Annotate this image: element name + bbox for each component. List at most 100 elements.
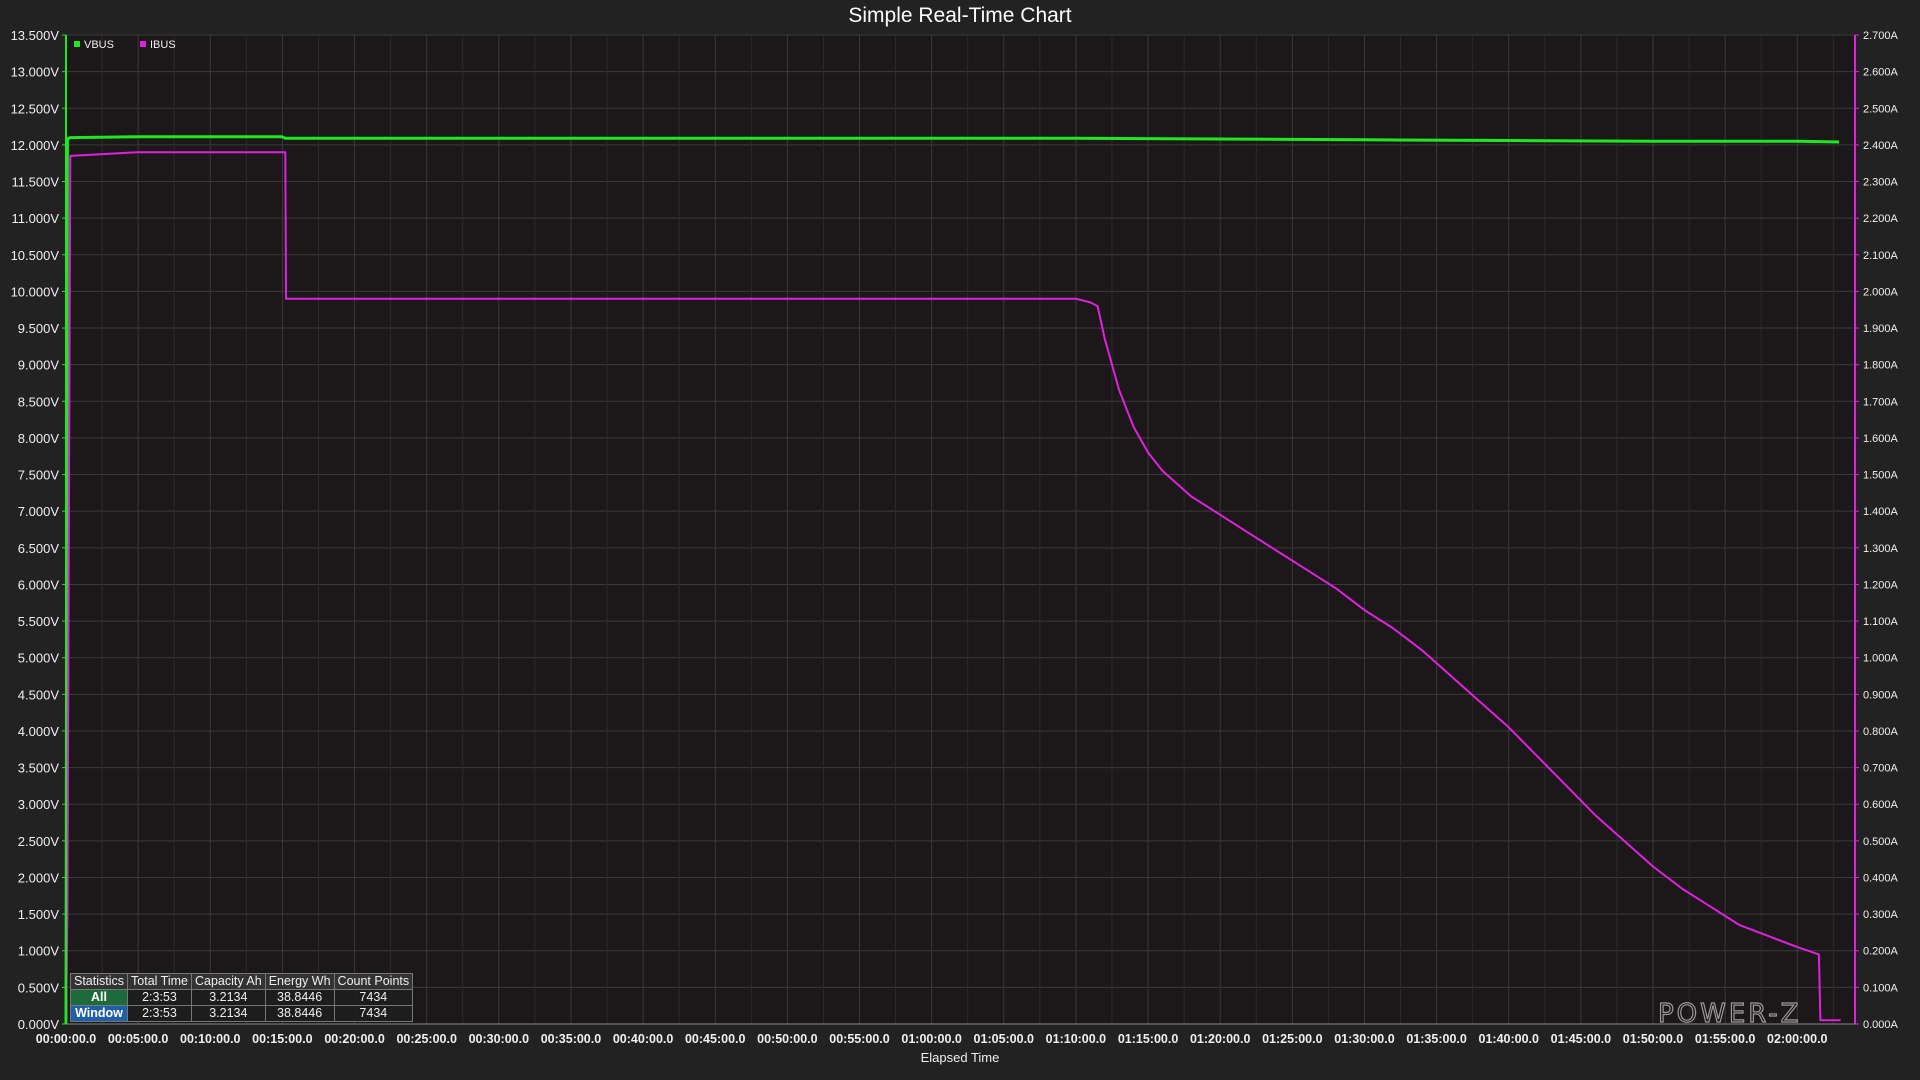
y2-tick-label: 1.800A: [1863, 360, 1899, 372]
x-tick-label: 01:20:00.0: [1190, 1032, 1251, 1046]
stats-header-count-points: Count Points: [333, 973, 414, 990]
legend-swatch-ibus: [140, 41, 146, 47]
y-tick-label: 8.000V: [18, 431, 60, 446]
y2-tick-label: 0.500A: [1863, 836, 1899, 848]
stats-header-total-time: Total Time: [127, 973, 192, 990]
y2-tick-label: 1.300A: [1863, 543, 1899, 555]
x-tick-label: 00:45:00.0: [685, 1032, 746, 1046]
x-tick-label: 00:40:00.0: [613, 1032, 674, 1046]
statistics-table: Statistics Total Time Capacity Ah Energy…: [69, 973, 414, 1022]
x-tick-label: 00:50:00.0: [757, 1032, 818, 1046]
x-tick-label: 01:10:00.0: [1046, 1032, 1107, 1046]
statistics-header-row: Statistics Total Time Capacity Ah Energy…: [69, 973, 414, 990]
stats-count-points: 7434: [333, 989, 414, 1006]
y2-tick-label: 2.400A: [1863, 140, 1899, 152]
y2-tick-label: 2.200A: [1863, 213, 1899, 225]
y2-tick-label: 1.200A: [1863, 579, 1899, 591]
stats-total-time: 2:3:53: [127, 989, 192, 1006]
y-tick-label: 2.500V: [18, 834, 60, 849]
y-tick-label: 13.000V: [11, 65, 60, 80]
x-tick-label: 00:10:00.0: [180, 1032, 241, 1046]
x-tick-label: 01:05:00.0: [974, 1032, 1035, 1046]
y-tick-label: 1.000V: [18, 944, 60, 959]
y-tick-label: 6.500V: [18, 541, 60, 556]
y2-tick-label: 1.900A: [1863, 323, 1899, 335]
y2-tick-label: 2.000A: [1863, 286, 1899, 298]
legend-label-ibus: IBUS: [150, 39, 176, 51]
y-tick-label: 5.000V: [18, 651, 60, 666]
legend-swatch-vbus: [74, 41, 80, 47]
stats-energy: 38.8446: [264, 989, 335, 1006]
plot-area: [66, 35, 1855, 1024]
y2-tick-label: 0.900A: [1863, 689, 1899, 701]
x-tick-label: 00:30:00.0: [469, 1032, 530, 1046]
y-tick-label: 12.000V: [11, 138, 60, 153]
x-tick-label: 01:30:00.0: [1334, 1032, 1395, 1046]
y-tick-label: 9.500V: [18, 321, 60, 336]
y2-tick-label: 0.700A: [1863, 763, 1899, 775]
y-tick-label: 8.500V: [18, 394, 60, 409]
y2-tick-label: 0.800A: [1863, 726, 1899, 738]
stats-capacity: 3.2134: [190, 1005, 266, 1022]
y-tick-label: 12.500V: [11, 101, 60, 116]
x-tick-label: 01:25:00.0: [1262, 1032, 1323, 1046]
x-tick-label: 01:40:00.0: [1479, 1032, 1540, 1046]
y2-tick-label: 0.400A: [1863, 872, 1899, 884]
x-tick-label: 00:20:00.0: [324, 1032, 385, 1046]
x-tick-label: 02:00:00.0: [1767, 1032, 1828, 1046]
y2-tick-label: 2.700A: [1863, 30, 1899, 42]
statistics-row-all: All 2:3:53 3.2134 38.8446 7434: [69, 989, 414, 1006]
x-tick-label: 00:35:00.0: [541, 1032, 602, 1046]
y2-tick-label: 1.100A: [1863, 616, 1899, 628]
x-tick-label: 01:00:00.0: [901, 1032, 962, 1046]
y2-tick-label: 0.200A: [1863, 946, 1899, 958]
x-tick-label: 01:50:00.0: [1623, 1032, 1684, 1046]
watermark-logo: POWER-Z: [1658, 999, 1801, 1029]
chart-svg: 0.000V 0.500V 1.000V 1.500V 2.000V 2.500V 3.00…: [0, 0, 1920, 1080]
x-tick-label: 01:55:00.0: [1695, 1032, 1756, 1046]
y-tick-label: 11.500V: [12, 175, 60, 190]
y2-tick-label: 2.600A: [1863, 67, 1899, 79]
y-tick-label: 3.000V: [18, 797, 60, 812]
stats-count-points: 7434: [333, 1005, 414, 1022]
y-tick-label: 4.500V: [18, 687, 60, 702]
y2-tick-label: 0.100A: [1863, 982, 1899, 994]
x-tick-label: 00:55:00.0: [829, 1032, 890, 1046]
y-tick-label: 4.000V: [18, 724, 60, 739]
x-tick-label: 00:00:00.0: [36, 1032, 97, 1046]
y-tick-label: 10.500V: [11, 248, 60, 263]
chart-root: 0.000V 0.500V 1.000V 1.500V 2.000V 2.500V 3.00…: [0, 0, 1920, 1080]
y2-tick-label: 0.300A: [1863, 909, 1899, 921]
y-tick-label: 3.500V: [18, 761, 60, 776]
y2-tick-label: 1.400A: [1863, 506, 1899, 518]
chart-title: Simple Real-Time Chart: [848, 4, 1071, 27]
x-tick-labels: 00:00:00.0 00:05:00.0 00:10:00.0 00:15:00.0…: [36, 1032, 1828, 1046]
y2-tick-label: 2.500A: [1863, 103, 1899, 115]
y-tick-label: 10.000V: [11, 284, 60, 299]
y2-tick-label: 2.100A: [1863, 250, 1899, 262]
y-tick-label: 6.000V: [18, 577, 60, 592]
stats-row-label: All: [69, 989, 129, 1006]
y2-tick-label: 2.300A: [1863, 177, 1899, 189]
stats-total-time: 2:3:53: [127, 1005, 192, 1022]
stats-header-statistics: Statistics: [69, 973, 129, 990]
y2-tick-label: 1.700A: [1863, 396, 1899, 408]
y-tick-label: 2.000V: [18, 870, 60, 885]
statistics-row-window: Window 2:3:53 3.2134 38.8446 7434: [69, 1005, 414, 1022]
y-tick-label: 13.500V: [11, 28, 60, 43]
y2-tick-label: 1.500A: [1863, 470, 1899, 482]
y-tick-label: 7.000V: [18, 504, 60, 519]
x-tick-label: 01:45:00.0: [1551, 1032, 1612, 1046]
x-tick-label: 00:25:00.0: [396, 1032, 457, 1046]
stats-row-label: Window: [69, 1005, 129, 1022]
y-tick-label: 0.500V: [18, 980, 60, 995]
y-tick-label: 11.000V: [12, 211, 60, 226]
x-tick-label: 00:15:00.0: [252, 1032, 313, 1046]
y2-tick-label: 1.600A: [1863, 433, 1899, 445]
stats-header-energy: Energy Wh: [264, 973, 335, 990]
stats-capacity: 3.2134: [190, 989, 266, 1006]
y2-tick-label: 1.000A: [1863, 653, 1899, 665]
legend-label-vbus: VBUS: [84, 39, 114, 51]
y-tick-label: 0.000V: [18, 1017, 60, 1032]
y-tick-label: 7.500V: [18, 468, 60, 483]
